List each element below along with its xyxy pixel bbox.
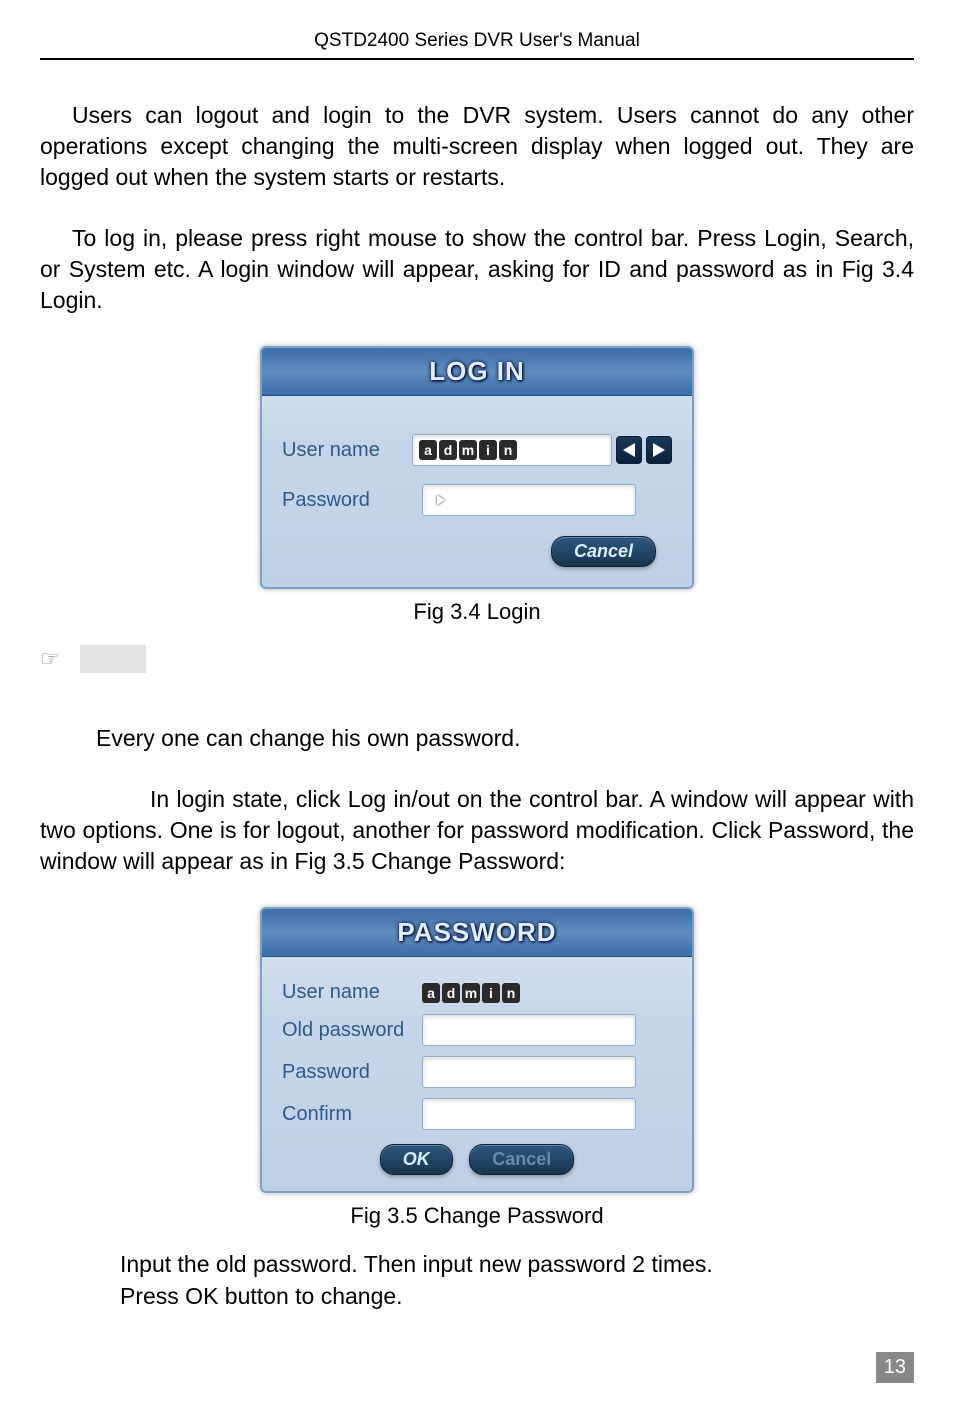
confirm-password-label: Confirm — [282, 1103, 422, 1126]
username-next-arrow-icon[interactable] — [646, 436, 672, 464]
password-username-value: a d m i n — [422, 983, 520, 1003]
page-header: QSTD2400 Series DVR User's Manual — [40, 30, 914, 60]
password-username-label: User name — [282, 981, 422, 1004]
password-dialog-title: PASSWORD — [262, 909, 692, 957]
password-username-row: User name a d m i n — [282, 981, 672, 1004]
login-username-input[interactable]: a d m i n — [412, 434, 612, 466]
password-cancel-button[interactable]: Cancel — [469, 1144, 574, 1175]
cursor-icon — [437, 495, 445, 505]
paragraph-change-password-instructions: In login state, click Log in/out on the … — [40, 784, 914, 877]
figure-caption-login: Fig 3.4 Login — [40, 599, 914, 625]
login-dialog: LOG IN User name a d m i n — [260, 346, 694, 589]
login-dialog-title: LOG IN — [262, 348, 692, 396]
username-prev-arrow-icon[interactable] — [616, 436, 642, 464]
login-cancel-button[interactable]: Cancel — [551, 536, 656, 567]
confirm-password-row: Confirm — [282, 1098, 672, 1130]
confirm-password-input[interactable] — [422, 1098, 636, 1130]
password-ok-button[interactable]: OK — [380, 1144, 453, 1175]
paragraph-login-instructions: To log in, please press right mouse to s… — [40, 223, 914, 316]
old-password-label: Old password — [282, 1019, 422, 1042]
password-dialog: PASSWORD User name a d m i n Old passwor… — [260, 907, 694, 1193]
paragraph-change-own-password: Every one can change his own password. — [40, 723, 914, 754]
old-password-row: Old password — [282, 1014, 672, 1046]
paragraph-input-old-password: Input the old password. Then input new p… — [120, 1249, 914, 1280]
paragraph-logout-info: Users can logout and login to the DVR sy… — [40, 100, 914, 193]
login-username-label: User name — [282, 439, 412, 462]
new-password-row: Password — [282, 1056, 672, 1088]
figure-caption-password: Fig 3.5 Change Password — [40, 1203, 914, 1229]
new-password-input[interactable] — [422, 1056, 636, 1088]
login-password-label: Password — [282, 489, 422, 512]
login-username-value: a d m i n — [419, 440, 517, 460]
new-password-label: Password — [282, 1061, 422, 1084]
pointing-hand-icon: ☞ — [40, 646, 60, 672]
old-password-input[interactable] — [422, 1014, 636, 1046]
login-username-row: User name a d m i n — [282, 434, 672, 466]
login-password-input[interactable] — [422, 484, 636, 516]
login-password-row: Password — [282, 484, 672, 516]
grey-placeholder — [80, 645, 146, 673]
page-number: 13 — [876, 1352, 914, 1383]
paragraph-press-ok: Press OK button to change. — [120, 1281, 914, 1312]
pointer-row: ☞ — [40, 645, 914, 673]
